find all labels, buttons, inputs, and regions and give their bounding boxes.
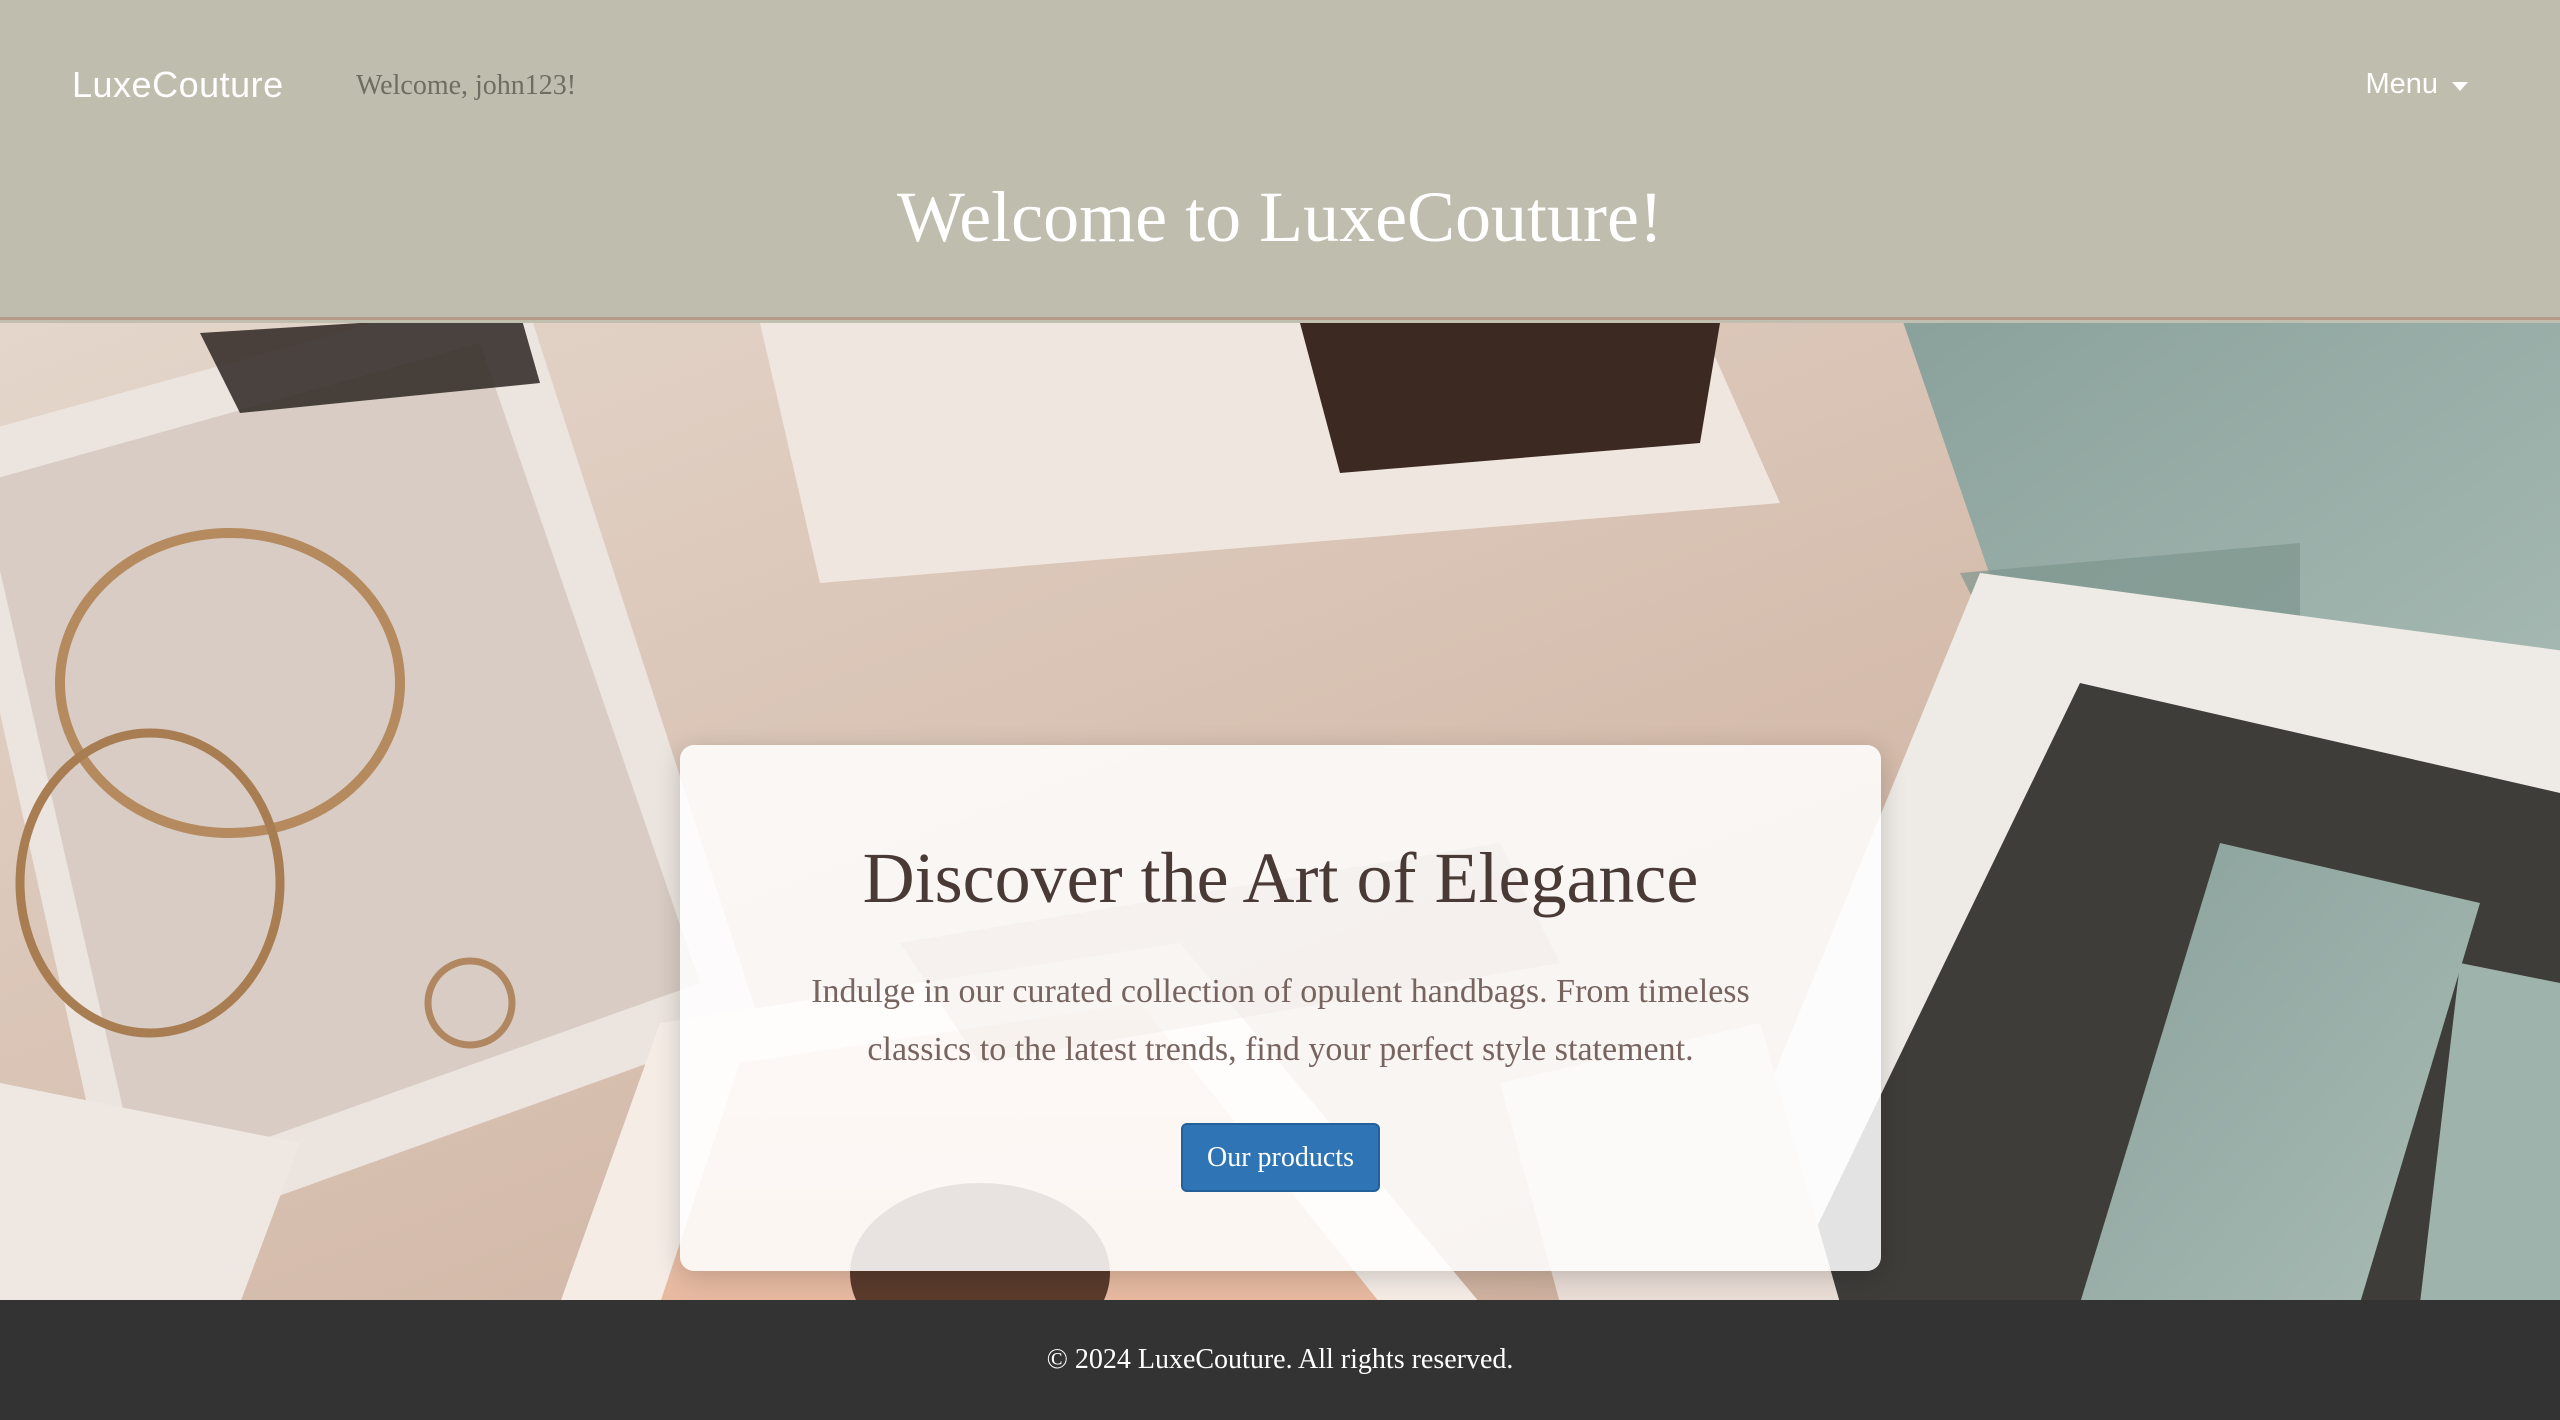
copyright-text: © 2024 LuxeCouture. All rights reserved. xyxy=(1046,1344,1514,1375)
brand-logo[interactable]: LuxeCouture xyxy=(72,64,284,106)
menu-dropdown[interactable]: Menu xyxy=(2365,68,2468,101)
menu-label: Menu xyxy=(2365,68,2438,100)
card-description: Indulge in our curated collection of opu… xyxy=(811,973,1750,1068)
site-header: LuxeCouture Welcome, john123! Menu Welco… xyxy=(0,0,2560,320)
site-footer: © 2024 LuxeCouture. All rights reserved. xyxy=(0,1300,2560,1420)
card-title: Discover the Art of Elegance xyxy=(862,838,1699,918)
our-products-button[interactable]: Our products xyxy=(1181,1123,1380,1192)
caret-down-icon xyxy=(2452,82,2468,91)
welcome-user-text: Welcome, john123! xyxy=(356,70,577,101)
hero-background-image: Discover the Art of Elegance Indulge in … xyxy=(0,323,2560,1300)
page-title: Welcome to LuxeCouture! xyxy=(897,177,1663,257)
hero-card: Discover the Art of Elegance Indulge in … xyxy=(680,745,1881,1271)
